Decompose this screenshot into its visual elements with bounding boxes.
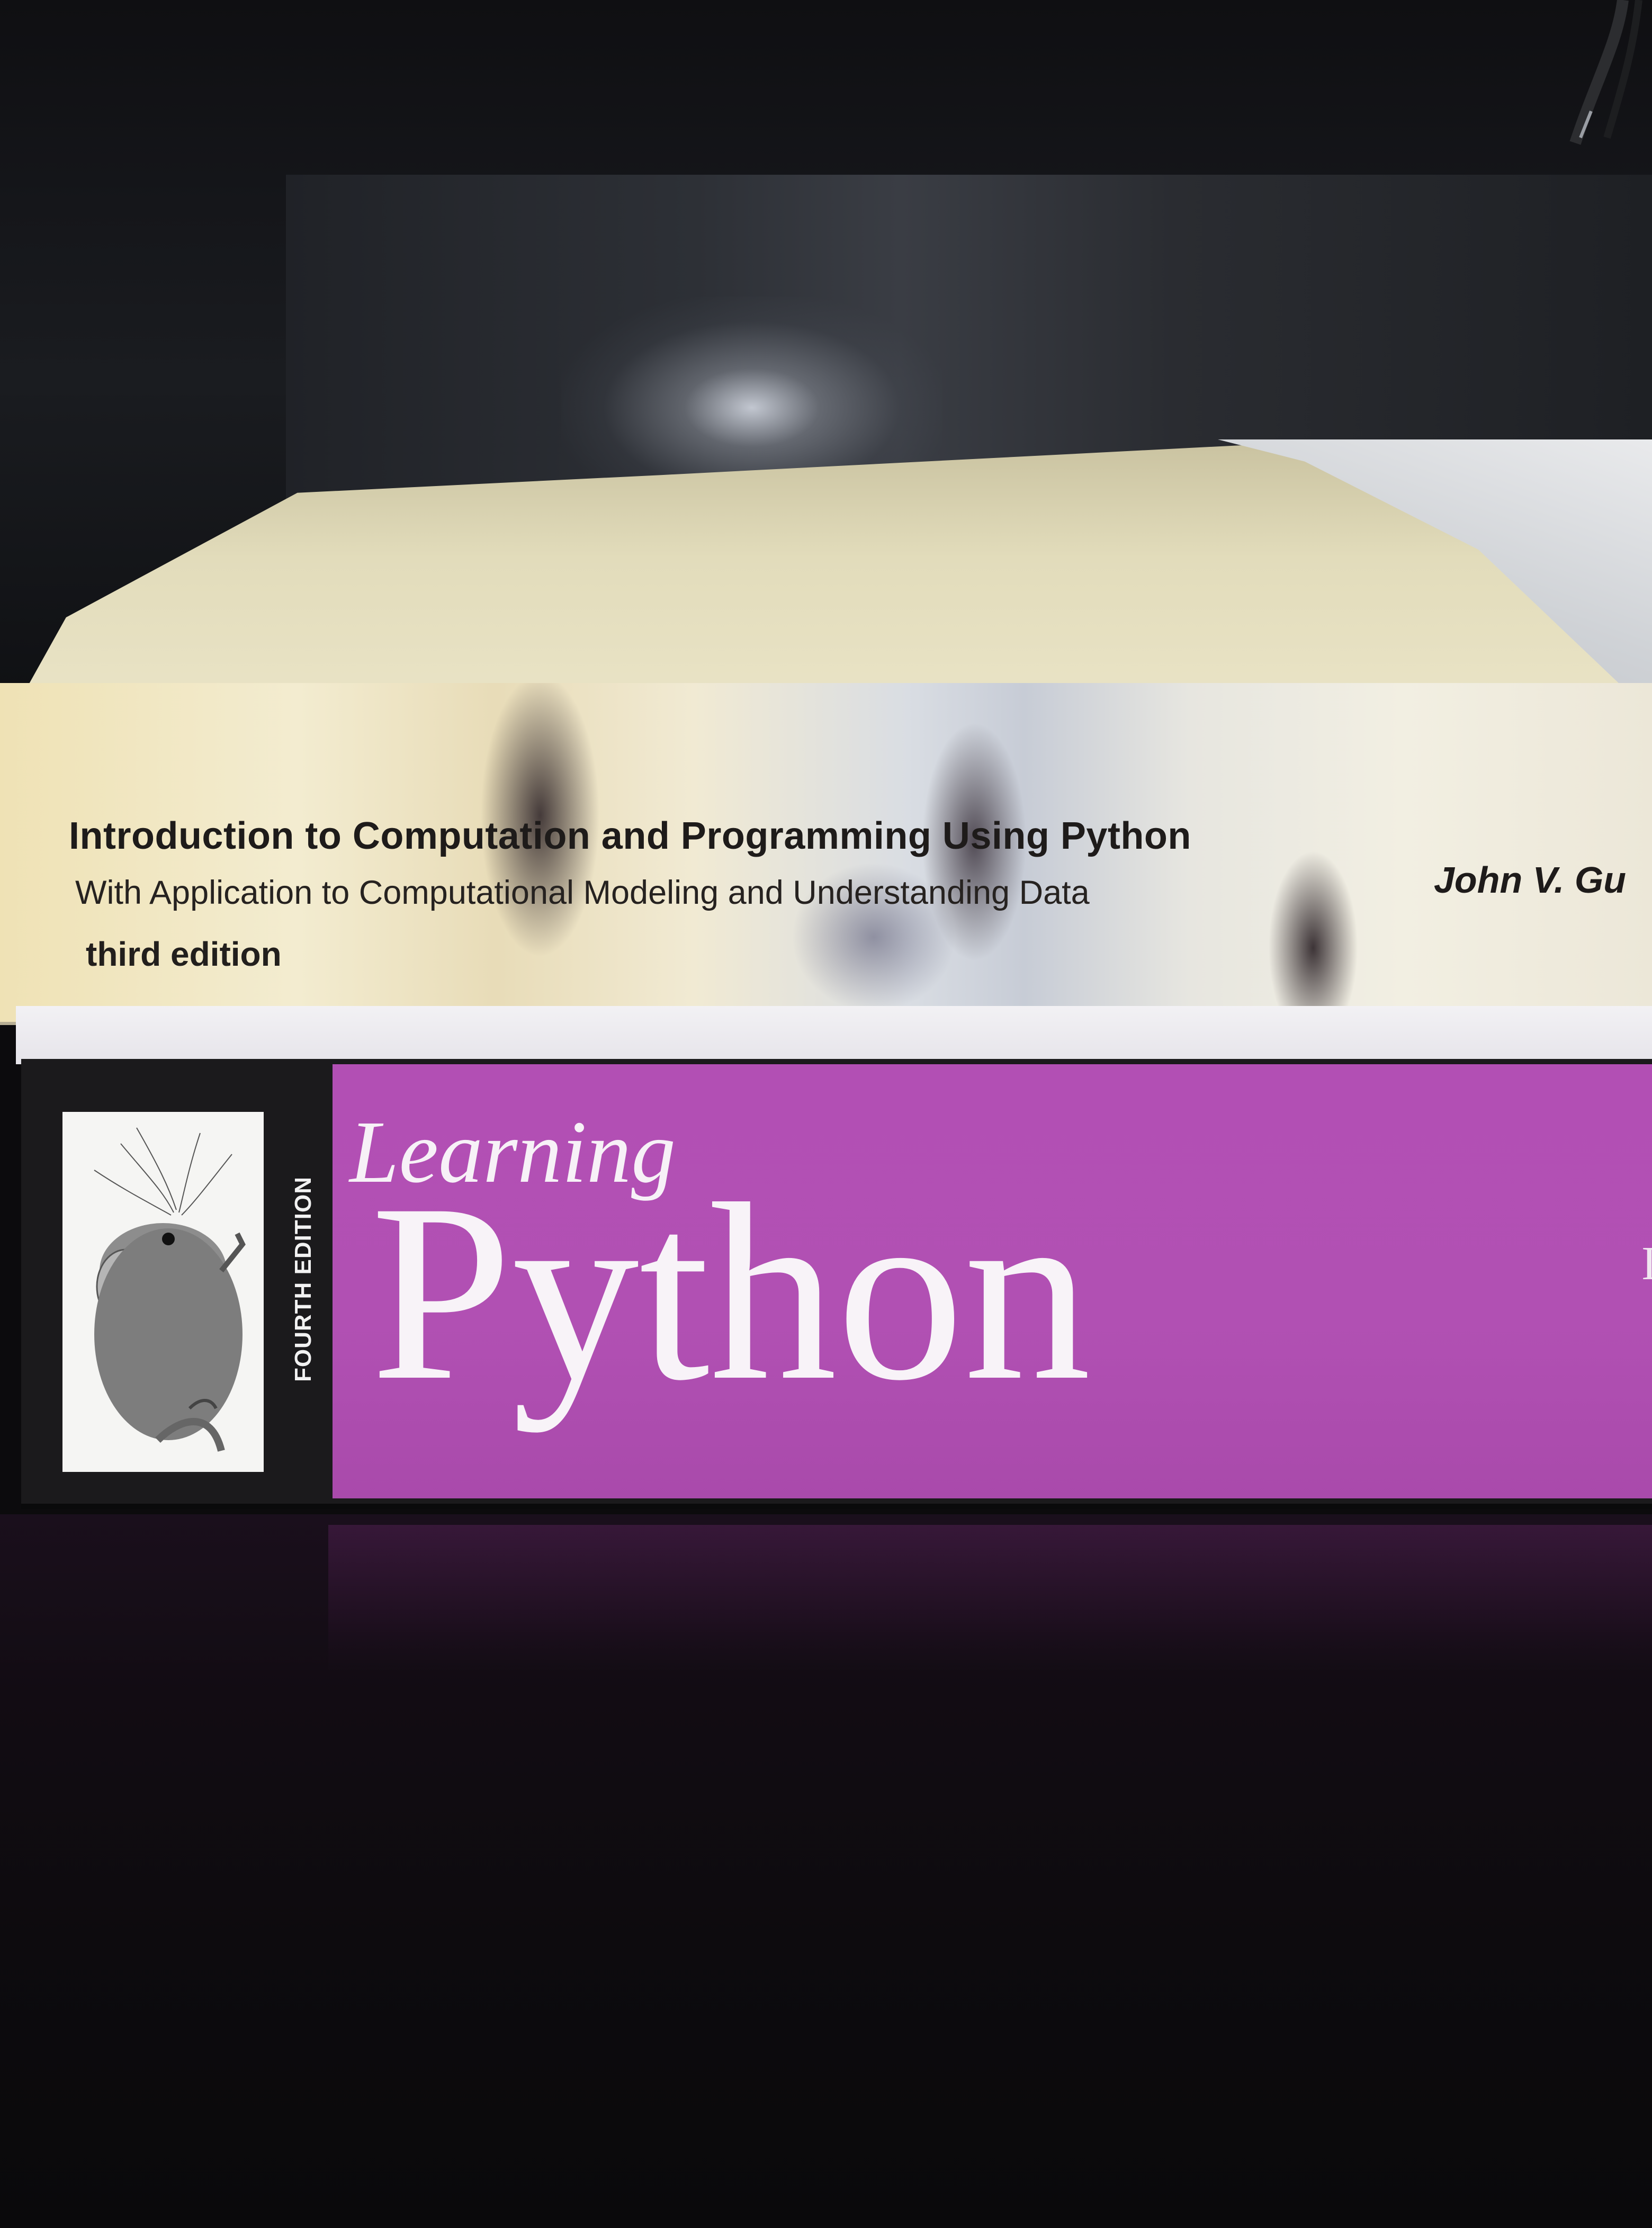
book-top-edition: third edition <box>86 935 282 973</box>
book-bottom-edition: FOURTH EDITION <box>290 1176 316 1382</box>
book-bottom-upper-surface <box>16 1006 1652 1064</box>
book-bottom-edge-glyph: I <box>1641 1237 1652 1290</box>
book-top-title: Introduction to Computation and Programm… <box>69 815 1191 857</box>
rat-illustration <box>62 1112 264 1472</box>
book-bottom-title-python: Python <box>371 1151 1091 1433</box>
floor-reflection <box>328 1525 1652 1673</box>
rat-drawing <box>94 1127 246 1452</box>
cable <box>1569 0 1642 145</box>
book-top-author: John V. Gu <box>1434 859 1627 901</box>
book-top-subtitle: With Application to Computational Modeli… <box>75 874 1090 911</box>
